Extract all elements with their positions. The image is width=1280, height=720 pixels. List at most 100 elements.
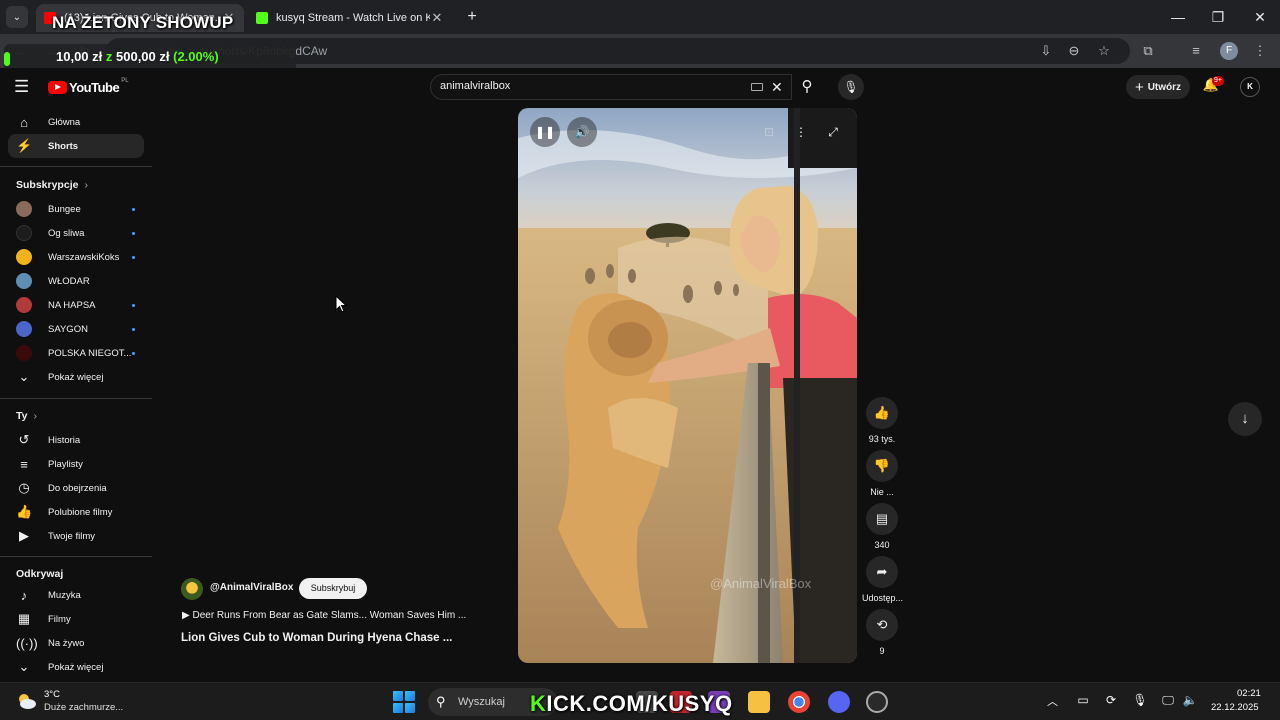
discord-icon[interactable] [828, 691, 850, 713]
sidebar-item-sub[interactable]: NA HAPSA [8, 293, 144, 317]
new-content-dot [132, 255, 135, 259]
weather-description[interactable]: Duże zachmurze... [44, 702, 123, 713]
create-button[interactable]: + Utwórz [1126, 75, 1190, 99]
fullscreen-icon[interactable]: ⤢ [818, 117, 848, 147]
remix-button[interactable]: ⟲ 9 [862, 609, 902, 656]
explore-header-label: Odkrywaj [16, 568, 64, 580]
captions-icon[interactable]: ⊡ [754, 117, 784, 147]
dislike-button[interactable]: 👎 Nie ... [862, 450, 902, 497]
sidebar-item-live[interactable]: ((·)) Na żywo [8, 631, 144, 655]
channel-avatar [16, 201, 32, 217]
tray-app-icon[interactable]: ▭ [1075, 693, 1091, 707]
hamburger-menu-icon[interactable]: ☰ [14, 78, 32, 96]
tray-overflow-icon[interactable]: ︿ [1047, 693, 1058, 709]
extensions-icon[interactable]: ⧉ [1138, 41, 1158, 61]
sidebar-item-label: Shorts [48, 140, 79, 152]
plus-icon: + [1134, 78, 1144, 96]
channel-name[interactable]: @AnimalViralBox [210, 582, 293, 593]
sidebar-item-sub[interactable]: SAYGON [8, 317, 144, 341]
voice-search-icon[interactable]: 🎙 [838, 74, 864, 100]
search-button[interactable]: ⚲ [792, 74, 822, 100]
search-input[interactable]: animalviralbox ✕ [430, 74, 792, 100]
show-more-subs[interactable]: ⌄ Pokaż więcej [8, 365, 144, 389]
youtube-play-icon [48, 81, 67, 94]
sidebar-item-shorts[interactable]: ⚡ Shorts [8, 134, 144, 158]
microphone-icon[interactable]: 🎙 [1132, 693, 1148, 707]
short-video-player[interactable]: ❚❚ 🔊 ⊡ ⋮ ⤢ @AnimalViralBox [518, 108, 857, 663]
sidebar-item-liked[interactable]: 👍 Polubione filmy [8, 500, 144, 524]
sidebar-item-movies[interactable]: ▦ Filmy [8, 607, 144, 631]
channel-label: POLSKA NIEGOT... [48, 347, 132, 359]
tray-sync-icon[interactable]: ⟳ [1103, 693, 1119, 707]
sidebar-item-music[interactable]: ♪ Muzyka [8, 583, 144, 607]
next-short-arrow-down-icon[interactable]: ↓ [1228, 402, 1262, 436]
sidebar-item-sub[interactable]: WŁODAR [8, 269, 144, 293]
account-avatar[interactable]: K [1240, 77, 1260, 97]
sidebar-item-label: Polubione filmy [48, 506, 113, 518]
sidebar-item-sub[interactable]: Og sliwa [8, 221, 144, 245]
video-watermark: @AnimalViralBox [710, 576, 812, 591]
file-explorer-icon[interactable] [748, 691, 770, 713]
windows-start-icon[interactable] [393, 691, 415, 713]
close-window-icon[interactable]: ✕ [1248, 6, 1272, 28]
short-title[interactable]: Lion Gives Cub to Woman During Hyena Cha… [181, 632, 452, 644]
volume-icon[interactable]: 🔊 [567, 117, 597, 147]
youtube-logo-text: YouTube [69, 80, 120, 95]
history-icon: ↺ [18, 432, 30, 447]
you-header[interactable]: Ty › [16, 410, 37, 422]
more-options-icon[interactable]: ⋮ [786, 117, 816, 147]
pause-icon[interactable]: ❚❚ [530, 117, 560, 147]
cloudy-weather-icon[interactable] [15, 690, 37, 712]
comment-count: 340 [874, 540, 890, 550]
sidebar-item-sub[interactable]: POLSKA NIEGOT... [8, 341, 144, 365]
channel-avatar [16, 273, 32, 289]
sidebar-item-sub[interactable]: Bungee [8, 197, 144, 221]
subscriptions-header[interactable]: Subskrypcje › [16, 179, 88, 191]
goal-progress-bar [4, 52, 10, 66]
sidebar-divider [0, 556, 152, 557]
install-app-icon[interactable]: ⇩ [1036, 41, 1056, 61]
minimize-icon[interactable]: — [1166, 6, 1190, 28]
related-video-title: Deer Runs From Bear as Gate Slams... Wom… [192, 610, 467, 621]
related-video-link[interactable]: ▶ Deer Runs From Bear as Gate Slams... W… [182, 610, 466, 621]
bookmark-star-icon[interactable]: ☆ [1094, 41, 1114, 61]
sidebar-item-home[interactable]: ⌂ Główna [8, 110, 144, 134]
zoom-icon[interactable]: ⊖ [1064, 41, 1084, 61]
subscribe-button[interactable]: Subskrybuj [299, 578, 367, 599]
show-more-explore[interactable]: ⌄ Pokaż więcej [8, 655, 144, 679]
show-more-label: Pokaż więcej [48, 371, 104, 383]
volume-tray-icon[interactable]: 🔈 [1182, 693, 1198, 707]
close-tab-icon[interactable]: ✕ [430, 10, 444, 26]
sidebar-item-watch-later[interactable]: ◷ Do obejrzenia [8, 476, 144, 500]
weather-temperature[interactable]: 3°C [44, 689, 60, 700]
channel-label: NA HAPSA [48, 299, 96, 311]
country-code: PL [121, 77, 129, 84]
liked-icon: 👍 [16, 504, 33, 519]
sidebar-item-playlists[interactable]: ≡ Playlisty [8, 452, 144, 476]
stream-overlay: 10,00 zł z 500,00 zł (2.00%) NA ŻETONY S… [0, 8, 296, 72]
browser-profile-avatar[interactable]: F [1220, 42, 1238, 60]
sidebar-item-history[interactable]: ↺ Historia [8, 428, 144, 452]
keyboard-icon[interactable] [751, 83, 763, 91]
obs-icon[interactable] [866, 691, 888, 713]
share-button[interactable]: ➦ Udostęp... [862, 556, 903, 603]
chrome-icon[interactable] [788, 691, 810, 713]
new-tab-button[interactable]: + [462, 7, 482, 27]
media-controls-icon[interactable]: ≡ [1186, 41, 1206, 61]
comments-button[interactable]: ▤ 340 [862, 503, 902, 550]
channel-avatar[interactable] [181, 578, 203, 600]
sidebar-item-label: Muzyka [48, 589, 81, 601]
restore-icon[interactable]: ❐ [1206, 6, 1230, 28]
mouse-cursor-icon [335, 295, 347, 313]
youtube-logo[interactable]: YouTube PL [48, 77, 129, 95]
sidebar-item-sub[interactable]: WarszawskiKoks [8, 245, 144, 269]
network-icon[interactable]: 🖵 [1160, 693, 1176, 708]
clear-search-icon[interactable]: ✕ [771, 79, 783, 96]
clock-time[interactable]: 02:21 [1237, 688, 1261, 699]
sidebar-item-your-videos[interactable]: ▶ Twoje filmy [8, 524, 144, 548]
like-button[interactable]: 👍 93 tys. [862, 397, 902, 444]
explore-header: Odkrywaj [16, 568, 63, 580]
browser-menu-icon[interactable]: ⋮ [1250, 41, 1270, 61]
channel-avatar [16, 249, 32, 265]
clock-date[interactable]: 22.12.2025 [1211, 702, 1259, 713]
